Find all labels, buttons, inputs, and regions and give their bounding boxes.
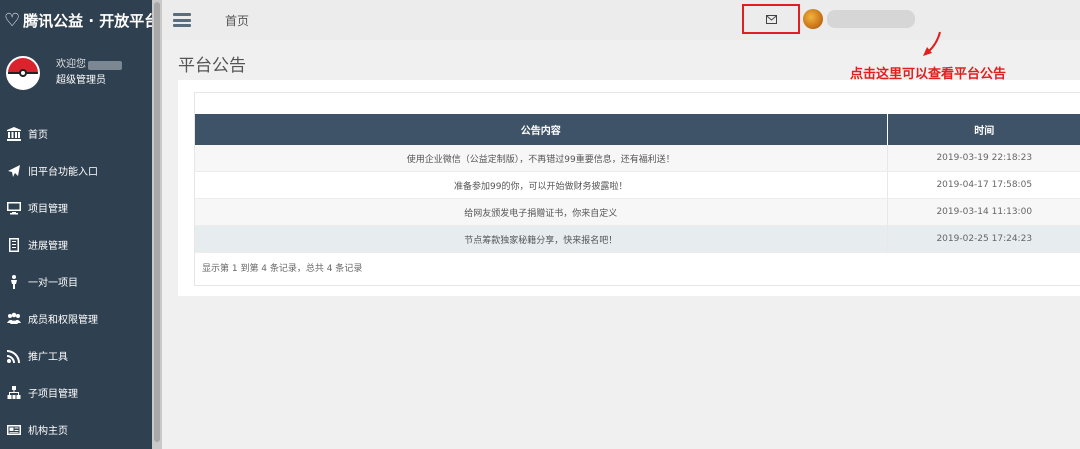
sidebar-item-label: 机构主页 xyxy=(28,426,68,437)
notice-panel: 公告内容 时间 使用企业微信（公益定制版），不再错过99重要信息，还有福利送！ … xyxy=(178,80,1080,296)
notice-mail-button[interactable] xyxy=(742,4,800,34)
notice-table: 公告内容 时间 使用企业微信（公益定制版），不再错过99重要信息，还有福利送！ … xyxy=(195,114,1080,253)
notice-content[interactable]: 准备参加99的你，可以开始做财务披露啦！ xyxy=(195,171,887,199)
person-icon xyxy=(6,274,22,289)
notice-content[interactable]: 给网友颁发电子捐赠证书，你来自定义 xyxy=(195,198,887,226)
redacted-username xyxy=(88,60,122,70)
brand-logo-text: 腾讯公益 · 开放平台 xyxy=(23,11,152,30)
notice-time: 2019-04-17 17:58:05 xyxy=(886,171,1080,199)
notice-time: 2019-03-19 22:18:23 xyxy=(886,145,1080,172)
plane-icon xyxy=(6,164,22,178)
redacted-user-name[interactable] xyxy=(827,10,915,28)
sidebar-item-label: 推广工具 xyxy=(28,352,68,363)
sidebar-item-promotion[interactable]: 推广工具 xyxy=(0,337,152,374)
annotation-arrow xyxy=(923,31,941,56)
sidebar-item-legacy[interactable]: 旧平台功能入口 xyxy=(0,152,152,189)
notice-time: 2019-03-14 11:13:00 xyxy=(886,198,1080,226)
table-row[interactable]: 给网友颁发电子捐赠证书，你来自定义 2019-03-14 11:13:00 xyxy=(195,198,1080,226)
notice-content[interactable]: 使用企业微信（公益定制版），不再错过99重要信息，还有福利送！ xyxy=(195,145,887,172)
sidebar-item-label: 首页 xyxy=(28,130,48,141)
sidebar-item-home[interactable]: 首页 xyxy=(0,115,152,152)
notice-content[interactable]: 节点筹款独家秘籍分享，快来报名吧！ xyxy=(195,225,887,253)
table-row[interactable]: 使用企业微信（公益定制版），不再错过99重要信息，还有福利送！ 2019-03-… xyxy=(195,145,1080,172)
avatar[interactable] xyxy=(6,56,40,90)
notice-table-container: 公告内容 时间 使用企业微信（公益定制版），不再错过99重要信息，还有福利送！ … xyxy=(194,92,1080,286)
envelope-icon xyxy=(765,14,777,24)
monitor-icon xyxy=(6,201,22,215)
menu-toggle-icon[interactable] xyxy=(173,13,191,27)
sidebar-item-progress[interactable]: 进展管理 xyxy=(0,226,152,263)
rss-icon xyxy=(6,349,22,363)
sitemap-icon xyxy=(6,385,22,400)
bank-icon xyxy=(6,126,22,141)
sidebar-item-members[interactable]: 成员和权限管理 xyxy=(0,300,152,337)
column-header-time[interactable]: 时间 xyxy=(887,114,1080,145)
sidebar-item-label: 子项目管理 xyxy=(28,389,78,400)
document-icon xyxy=(6,237,22,252)
welcome-text: 欢迎您 xyxy=(56,59,86,70)
sidebar-item-subprojects[interactable]: 子项目管理 xyxy=(0,374,152,411)
scrollbar-thumb[interactable] xyxy=(154,2,160,442)
table-row[interactable]: 准备参加99的你，可以开始做财务披露啦！ 2019-04-17 17:58:05 xyxy=(195,171,1080,199)
pagination-info: 显示第 1 到第 4 条记录，总共 4 条记录 xyxy=(202,264,363,274)
column-header-content[interactable]: 公告内容 xyxy=(195,114,888,145)
user-avatar[interactable] xyxy=(803,9,823,29)
newspaper-icon xyxy=(6,423,22,437)
sidebar-item-projects[interactable]: 项目管理 xyxy=(0,189,152,226)
sidebar-item-org-home[interactable]: 机构主页 xyxy=(0,411,152,448)
table-header-row: 公告内容 时间 xyxy=(195,114,1080,145)
sidebar: ♡ 腾讯公益 · 开放平台 欢迎您 超级管理员 首页 旧平台功能入口 项目管理 … xyxy=(0,0,152,449)
breadcrumb[interactable]: 首页 xyxy=(225,12,249,29)
brand-logo[interactable]: ♡ 腾讯公益 · 开放平台 xyxy=(0,0,152,40)
sidebar-item-one-to-one[interactable]: 一对一项目 xyxy=(0,263,152,300)
sidebar-item-label: 旧平台功能入口 xyxy=(28,167,98,178)
sidebar-item-label: 进展管理 xyxy=(28,241,68,252)
page-title: 平台公告 xyxy=(178,56,246,76)
notice-time: 2019-02-25 17:24:23 xyxy=(886,225,1080,253)
sidebar-scrollbar[interactable] xyxy=(152,0,162,449)
sidebar-item-label: 项目管理 xyxy=(28,204,68,215)
user-role: 超级管理员 xyxy=(56,75,106,86)
group-icon xyxy=(6,312,22,326)
sidebar-item-label: 一对一项目 xyxy=(28,278,78,289)
sidebar-item-label: 成员和权限管理 xyxy=(28,315,98,326)
user-profile: 欢迎您 超级管理员 xyxy=(0,40,152,106)
heart-icon: ♡ xyxy=(4,9,21,31)
sidebar-nav: 首页 旧平台功能入口 项目管理 进展管理 一对一项目 成员和权限管理 推广工具 xyxy=(0,115,152,448)
table-row[interactable]: 节点筹款独家秘籍分享，快来报名吧！ 2019-02-25 17:24:23 xyxy=(195,225,1080,253)
